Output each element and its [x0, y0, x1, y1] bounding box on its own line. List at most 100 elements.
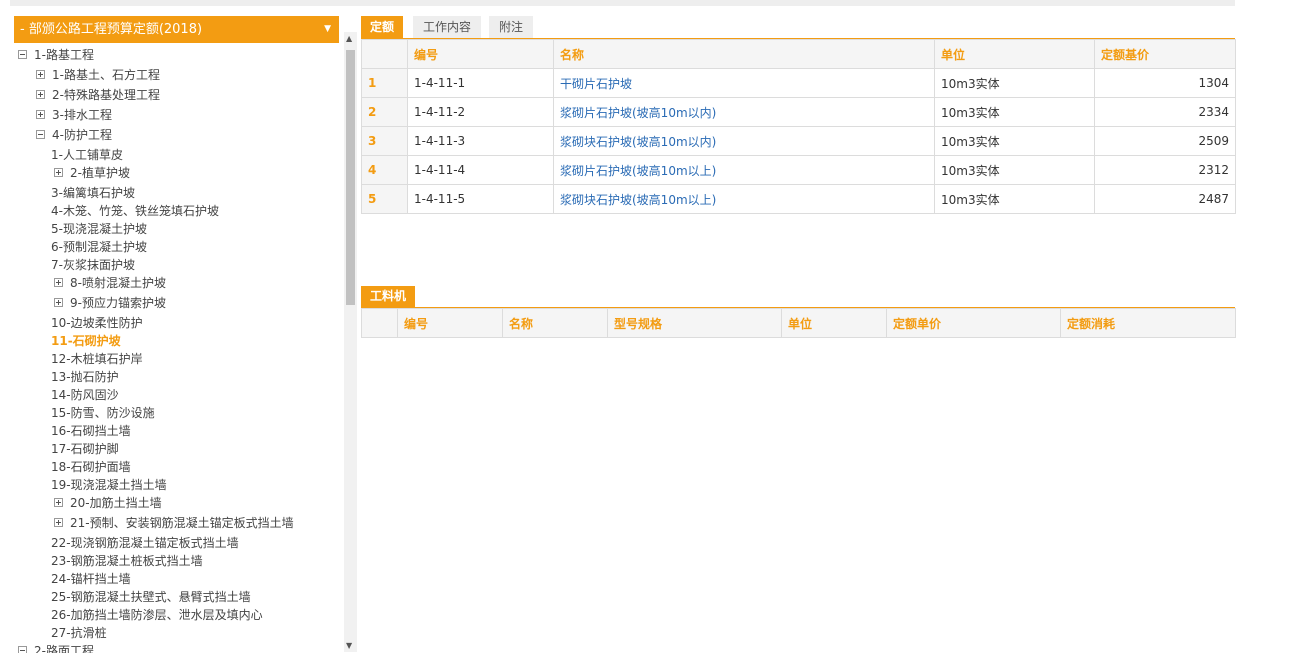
tree-item[interactable]: 20-加筋土挡土墙 [54, 494, 162, 512]
tree-item[interactable]: 9-预应力锚索护坡 [54, 294, 166, 312]
tree-item-label: 5-现浇混凝土护坡 [51, 222, 147, 236]
labor-col-unit-header[interactable]: 单位 [781, 308, 887, 338]
tree-item[interactable]: 11-石砌护坡 [51, 332, 121, 350]
quota-base-price: 2509 [1094, 126, 1236, 156]
quota-unit: 10m3实体 [934, 68, 1095, 98]
tree-item[interactable]: 15-防雪、防沙设施 [51, 404, 155, 422]
expand-plus-icon[interactable] [36, 70, 45, 79]
tree-item[interactable]: 6-预制混凝土护坡 [51, 238, 147, 256]
tree-item[interactable]: 4-防护工程 [36, 126, 112, 144]
quota-base-price: 2312 [1094, 155, 1236, 185]
quota-row[interactable]: 4 1-4-11-4 浆砌片石护坡(坡高10m以上) 10m3实体 2312 [361, 155, 1236, 185]
row-index: 3 [361, 126, 408, 156]
quota-code: 1-4-11-1 [407, 68, 554, 98]
collapse-minus-icon[interactable] [36, 130, 45, 139]
expand-plus-icon[interactable] [54, 298, 63, 307]
tree-item[interactable]: 2-特殊路基处理工程 [36, 86, 160, 104]
tree-item[interactable]: 2-植草护坡 [54, 164, 130, 182]
scrollbar-thumb[interactable] [346, 50, 355, 305]
expand-plus-icon[interactable] [54, 498, 63, 507]
tree-item-label: 26-加筋挡土墙防渗层、泄水层及填内心 [51, 608, 263, 622]
row-index: 4 [361, 155, 408, 185]
tree-item-label: 15-防雪、防沙设施 [51, 406, 155, 420]
tab-labor-material-machine[interactable]: 工料机 [361, 286, 415, 307]
tab-quota[interactable]: 定额 [361, 16, 403, 38]
labor-col-name-header[interactable]: 名称 [502, 308, 608, 338]
labor-col-consumption-header[interactable]: 定额消耗 [1060, 308, 1236, 338]
quota-unit: 10m3实体 [934, 97, 1095, 127]
tree-item[interactable]: 23-钢筋混凝土桩板式挡土墙 [51, 552, 203, 570]
tree-item-label: 17-石砌护脚 [51, 442, 119, 456]
collapse-minus-icon[interactable] [18, 50, 27, 59]
quota-row[interactable]: 3 1-4-11-3 浆砌块石护坡(坡高10m以内) 10m3实体 2509 [361, 126, 1236, 156]
tree-item[interactable]: 1-路基工程 [18, 46, 94, 64]
tree-item[interactable]: 3-排水工程 [36, 106, 112, 124]
tree-item-label: 1-人工铺草皮 [51, 148, 123, 162]
tree-item-label: 14-防风固沙 [51, 388, 119, 402]
tree-item[interactable]: 13-抛石防护 [51, 368, 119, 386]
tree-item[interactable]: 3-编篱填石护坡 [51, 184, 135, 202]
tree-item[interactable]: 7-灰浆抹面护坡 [51, 256, 135, 274]
quota-name-link[interactable]: 浆砌块石护坡(坡高10m以内) [553, 126, 935, 156]
tree-item[interactable]: 4-木笼、竹笼、铁丝笼填石护坡 [51, 202, 219, 220]
col-index-header [361, 39, 408, 69]
tree-scrollbar[interactable]: ▲ ▼ [344, 32, 357, 652]
quota-name-link[interactable]: 浆砌片石护坡(坡高10m以内) [553, 97, 935, 127]
expand-plus-icon[interactable] [54, 518, 63, 527]
labor-col-index-header [361, 308, 398, 338]
tree-item-label: 16-石砌挡土墙 [51, 424, 131, 438]
tree-item-label: 3-编篱填石护坡 [51, 186, 135, 200]
tree-item[interactable]: 2-路面工程 [18, 642, 94, 653]
quota-row[interactable]: 2 1-4-11-2 浆砌片石护坡(坡高10m以内) 10m3实体 2334 [361, 97, 1236, 127]
quota-name-link[interactable]: 浆砌块石护坡(坡高10m以上) [553, 184, 935, 214]
collapse-minus-icon[interactable] [18, 646, 27, 653]
tree-item[interactable]: 25-钢筋混凝土扶壁式、悬臂式挡土墙 [51, 588, 251, 606]
labor-table-header: 编号 名称 型号规格 单位 定额单价 定额消耗 [361, 308, 1236, 338]
tab-work-content[interactable]: 工作内容 [413, 16, 481, 38]
tree-item-label: 23-钢筋混凝土桩板式挡土墙 [51, 554, 203, 568]
dropdown-arrow-icon[interactable]: ▼ [324, 16, 331, 43]
quota-base-price: 2334 [1094, 97, 1236, 127]
tree-item[interactable]: 14-防风固沙 [51, 386, 119, 404]
col-name-header[interactable]: 名称 [553, 39, 935, 69]
col-price-header[interactable]: 定额基价 [1094, 39, 1236, 69]
quota-row[interactable]: 5 1-4-11-5 浆砌块石护坡(坡高10m以上) 10m3实体 2487 [361, 184, 1236, 214]
labor-col-code-header[interactable]: 编号 [397, 308, 503, 338]
tree-item[interactable]: 5-现浇混凝土护坡 [51, 220, 147, 238]
tree-item[interactable]: 8-喷射混凝土护坡 [54, 274, 166, 292]
tree-item[interactable]: 1-路基土、石方工程 [36, 66, 160, 84]
scroll-down-arrow-icon[interactable]: ▼ [346, 641, 352, 650]
quota-name-link[interactable]: 浆砌片石护坡(坡高10m以上) [553, 155, 935, 185]
tree-item[interactable]: 22-现浇钢筋混凝土锚定板式挡土墙 [51, 534, 239, 552]
expand-plus-icon[interactable] [36, 110, 45, 119]
expand-plus-icon[interactable] [54, 278, 63, 287]
tree-item[interactable]: 12-木桩填石护岸 [51, 350, 143, 368]
tree-item-label: 22-现浇钢筋混凝土锚定板式挡土墙 [51, 536, 239, 550]
tree-item[interactable]: 24-锚杆挡土墙 [51, 570, 131, 588]
tree-item-label: 24-锚杆挡土墙 [51, 572, 131, 586]
col-unit-header[interactable]: 单位 [934, 39, 1095, 69]
tree-item[interactable]: 16-石砌挡土墙 [51, 422, 131, 440]
tree-item-label: 8-喷射混凝土护坡 [70, 276, 166, 290]
tree-item[interactable]: 27-抗滑桩 [51, 624, 107, 642]
tab-notes[interactable]: 附注 [489, 16, 533, 38]
tree-item[interactable]: 1-人工铺草皮 [51, 146, 123, 164]
quota-row[interactable]: 1 1-4-11-1 干砌片石护坡 10m3实体 1304 [361, 68, 1236, 98]
labor-col-unit-price-header[interactable]: 定额单价 [886, 308, 1061, 338]
tree-item[interactable]: 17-石砌护脚 [51, 440, 119, 458]
tree-item[interactable]: 26-加筋挡土墙防渗层、泄水层及填内心 [51, 606, 263, 624]
tree-item[interactable]: 19-现浇混凝土挡土墙 [51, 476, 167, 494]
quota-name-link[interactable]: 干砌片石护坡 [553, 68, 935, 98]
labor-col-spec-header[interactable]: 型号规格 [607, 308, 782, 338]
row-index: 2 [361, 97, 408, 127]
tree-item[interactable]: 10-边坡柔性防护 [51, 314, 143, 332]
col-code-header[interactable]: 编号 [407, 39, 554, 69]
row-index: 5 [361, 184, 408, 214]
expand-plus-icon[interactable] [54, 168, 63, 177]
quota-library-select[interactable]: - 部颁公路工程预算定额(2018) ▼ [14, 16, 339, 43]
tree-item[interactable]: 18-石砌护面墙 [51, 458, 131, 476]
scroll-up-arrow-icon[interactable]: ▲ [346, 34, 352, 43]
tree-item-label: 7-灰浆抹面护坡 [51, 258, 135, 272]
tree-item[interactable]: 21-预制、安装钢筋混凝土锚定板式挡土墙 [54, 514, 294, 532]
expand-plus-icon[interactable] [36, 90, 45, 99]
